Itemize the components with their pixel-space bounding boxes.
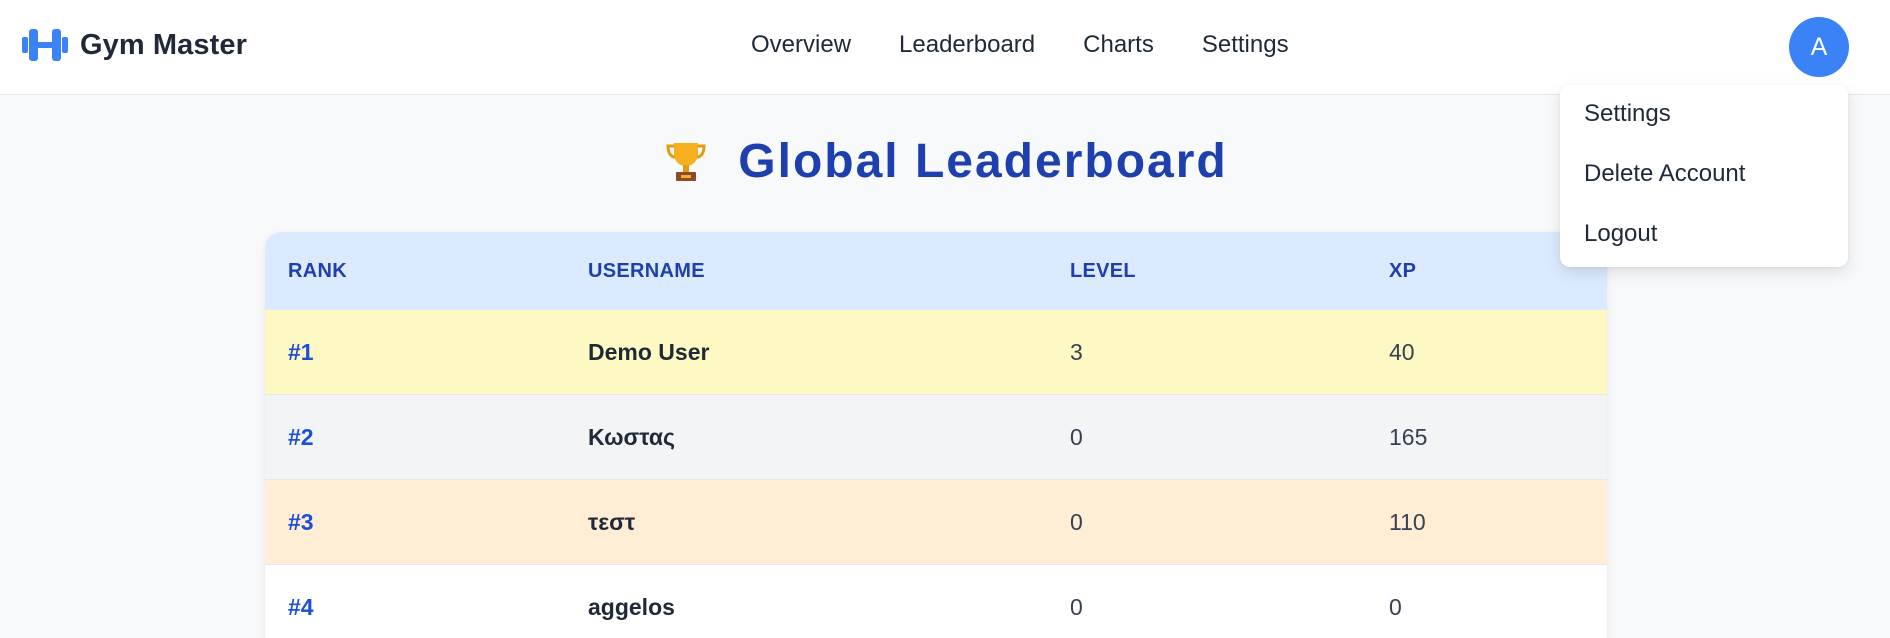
username-cell: aggelos — [588, 593, 675, 620]
nav-leaderboard[interactable]: Leaderboard — [899, 29, 1035, 61]
username-cell: τεστ — [588, 508, 636, 535]
main-nav: Overview Leaderboard Charts Settings — [751, 29, 1289, 61]
brand-name: Gym Master — [80, 28, 248, 61]
leaderboard-table: RANK USERNAME LEVEL XP #1 Demo User 3 40… — [265, 232, 1607, 638]
column-header-username: USERNAME — [588, 259, 705, 282]
xp-cell: 40 — [1389, 338, 1415, 365]
menu-item-settings[interactable]: Settings — [1560, 100, 1848, 160]
column-header-rank: RANK — [288, 259, 347, 282]
menu-item-delete-account[interactable]: Delete Account — [1560, 160, 1848, 220]
user-menu-dropdown: Settings Delete Account Logout — [1560, 85, 1848, 267]
table-header-row: RANK USERNAME LEVEL XP — [265, 232, 1607, 310]
table-row: #4 aggelos 0 0 — [265, 565, 1607, 638]
top-navbar: Gym Master Overview Leaderboard Charts S… — [0, 0, 1890, 95]
xp-cell: 165 — [1389, 423, 1428, 450]
username-cell: Κωστας — [588, 423, 675, 450]
level-cell: 0 — [1070, 423, 1083, 450]
menu-item-logout[interactable]: Logout — [1560, 220, 1848, 280]
nav-overview[interactable]: Overview — [751, 29, 851, 61]
table-row: #3 τεστ 0 110 — [265, 480, 1607, 565]
rank-cell: #2 — [288, 423, 314, 450]
table-row: #2 Κωστας 0 165 — [265, 395, 1607, 480]
dumbbell-icon — [22, 29, 68, 61]
trophy-icon — [666, 143, 706, 181]
username-cell: Demo User — [588, 338, 710, 365]
page-title: Global Leaderboard — [738, 134, 1228, 188]
rank-cell: #1 — [288, 338, 314, 365]
rank-cell: #4 — [288, 593, 314, 620]
table-row: #1 Demo User 3 40 — [265, 310, 1607, 395]
xp-cell: 110 — [1389, 508, 1426, 535]
rank-cell: #3 — [288, 508, 314, 535]
nav-settings[interactable]: Settings — [1202, 29, 1289, 61]
level-cell: 0 — [1070, 593, 1083, 620]
xp-cell: 0 — [1389, 593, 1402, 620]
level-cell: 0 — [1070, 508, 1083, 535]
user-avatar-button[interactable]: A — [1789, 17, 1849, 77]
level-cell: 3 — [1070, 338, 1083, 365]
brand[interactable]: Gym Master — [22, 25, 247, 65]
column-header-level: LEVEL — [1070, 259, 1136, 282]
nav-charts[interactable]: Charts — [1083, 29, 1154, 61]
